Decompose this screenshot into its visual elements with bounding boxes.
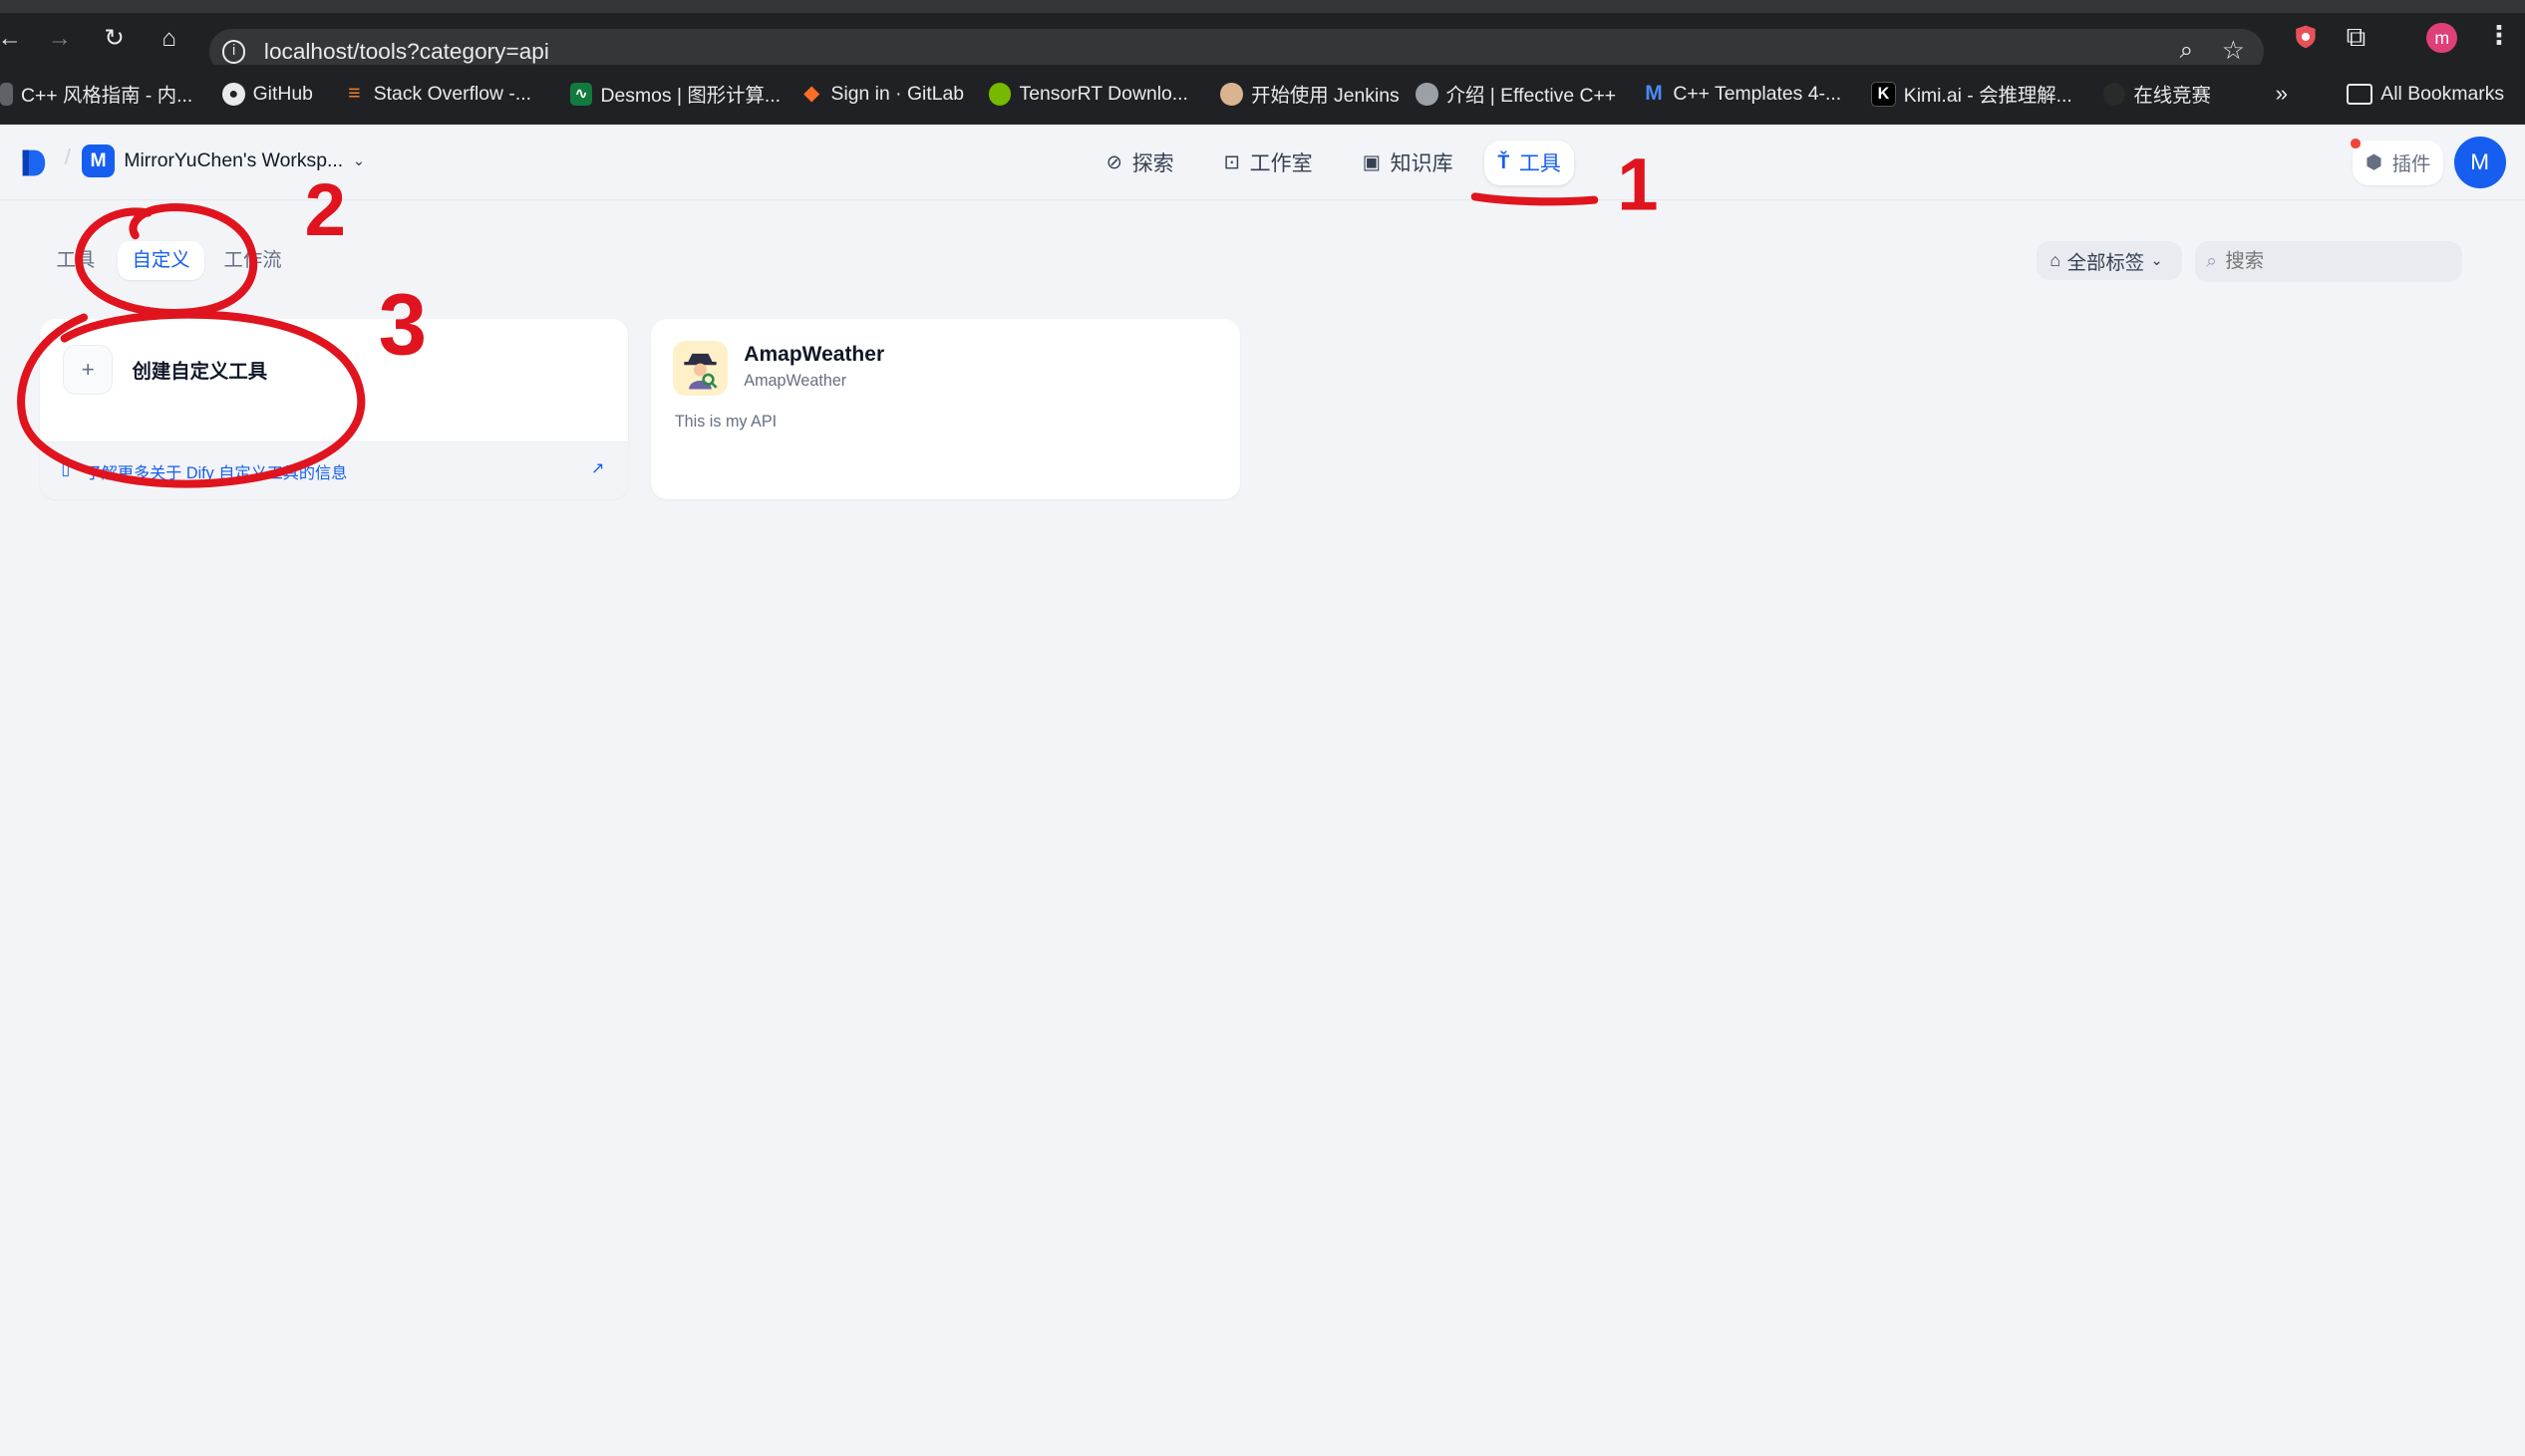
annotation-label: 2	[305, 168, 346, 251]
annotation-circle-tab	[75, 203, 258, 318]
annotation-circle-card	[17, 310, 366, 488]
annotation-label: 1	[1617, 143, 1658, 225]
annotation-underline	[1470, 192, 1599, 206]
annotation-overlay: 1 2 3	[17, 143, 1659, 488]
annotation-label: 3	[379, 277, 428, 374]
